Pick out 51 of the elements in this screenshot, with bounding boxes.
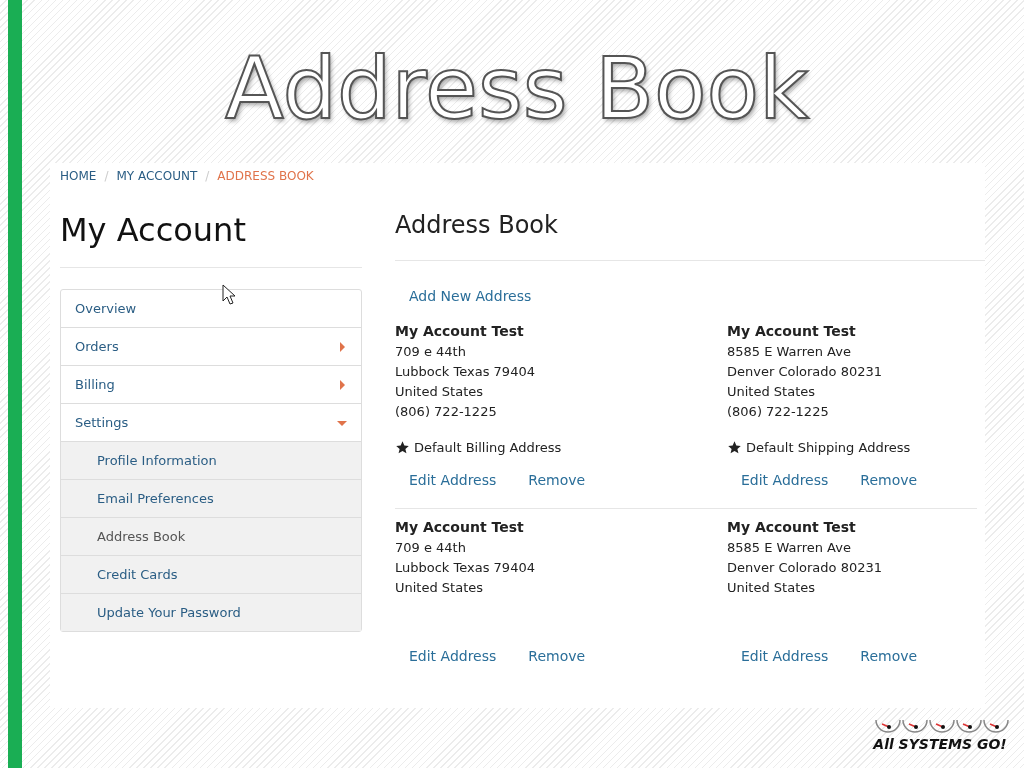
address-name: My Account Test: [727, 519, 857, 535]
address-line: United States: [727, 384, 817, 399]
address-line: United States: [395, 580, 485, 595]
sidebar-subitem[interactable]: Address Book: [61, 517, 361, 555]
caret-right-icon: [337, 340, 347, 353]
address-line: Denver Colorado 80231: [727, 560, 884, 575]
sidebar-item[interactable]: Orders: [61, 327, 361, 365]
default-address-label: Default Billing Address: [414, 440, 562, 455]
address-action-link[interactable]: Edit Address: [409, 472, 497, 488]
star-icon: [727, 440, 742, 455]
breadcrumb-separator: /: [104, 169, 109, 183]
breadcrumb-link[interactable]: MY ACCOUNT: [116, 169, 198, 183]
breadcrumb-link[interactable]: HOME: [60, 169, 97, 183]
address-line: 8585 E Warren Ave: [727, 540, 852, 555]
sidebar-item[interactable]: Overview: [61, 290, 361, 327]
address-line: United States: [395, 384, 485, 399]
address-action-link[interactable]: Remove: [528, 648, 586, 664]
address-action-link[interactable]: Remove: [860, 648, 918, 664]
address-name: My Account Test: [395, 519, 525, 535]
address-line: (806) 722-1225: [395, 404, 498, 419]
slide-title: Address Book: [225, 37, 809, 138]
sidebar-item[interactable]: Billing: [61, 365, 361, 403]
address-line: (806) 722-1225: [727, 404, 830, 419]
add-address-link[interactable]: Add New Address: [409, 288, 532, 304]
address-action-link[interactable]: Edit Address: [409, 648, 497, 664]
breadcrumb-separator: /: [205, 169, 210, 183]
page-heading: Address Book: [395, 211, 985, 261]
address-name: My Account Test: [395, 323, 525, 339]
address-action-link[interactable]: Edit Address: [741, 472, 829, 488]
address-line: United States: [727, 580, 817, 595]
sidebar-subitem[interactable]: Credit Cards: [61, 555, 361, 593]
caret-right-icon: [337, 378, 347, 391]
address-line: 709 e 44th: [395, 540, 467, 555]
sidebar-heading: My Account: [60, 211, 362, 268]
address-line: 8585 E Warren Ave: [727, 344, 852, 359]
address-name: My Account Test: [727, 323, 857, 339]
breadcrumb-link[interactable]: ADDRESS BOOK: [217, 169, 314, 183]
address-action-link[interactable]: Remove: [860, 472, 918, 488]
star-icon: [395, 440, 410, 455]
cursor-icon: [222, 284, 236, 305]
address-action-link[interactable]: Remove: [528, 472, 586, 488]
sidebar-subitem[interactable]: Email Preferences: [61, 479, 361, 517]
address-line: Denver Colorado 80231: [727, 364, 884, 379]
sidebar-subitem[interactable]: Profile Information: [61, 441, 361, 479]
address-line: Lubbock Texas 79404: [395, 560, 536, 575]
sidebar-subitem[interactable]: Update Your Password: [61, 593, 361, 631]
logo-text: All SYSTEMS GO!: [873, 736, 1007, 752]
address-line: Lubbock Texas 79404: [395, 364, 536, 379]
address-line: 709 e 44th: [395, 344, 467, 359]
address-action-link[interactable]: Edit Address: [741, 648, 829, 664]
default-address-label: Default Shipping Address: [746, 440, 911, 455]
